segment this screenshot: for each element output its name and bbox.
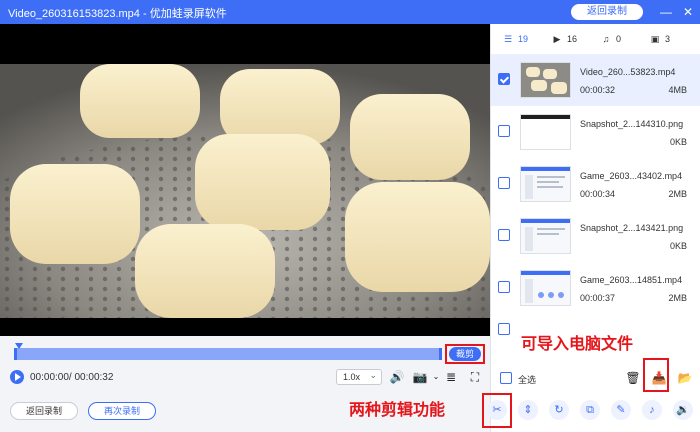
tab-audio-count: 0 bbox=[616, 34, 622, 44]
file-duration: 00:00:37 bbox=[580, 293, 616, 303]
file-list: Video_260...53823.mp4 00:00:32 4MB Snaps… bbox=[491, 54, 700, 344]
video-frame bbox=[0, 64, 490, 318]
music-icon: ♫ bbox=[602, 34, 610, 44]
play-icon[interactable] bbox=[10, 370, 24, 384]
file-size: 4MB bbox=[668, 85, 687, 95]
trash-icon[interactable]: 🗑 bbox=[625, 370, 641, 386]
list-item[interactable]: Video_260...53823.mp4 00:00:32 4MB bbox=[491, 54, 700, 106]
file-size: 2MB bbox=[668, 293, 687, 303]
thumbnail bbox=[520, 62, 571, 98]
back-to-record-button[interactable]: 返回录制 bbox=[10, 402, 78, 420]
tab-video-count: 16 bbox=[567, 34, 578, 44]
edit-icon[interactable]: ✎ bbox=[611, 400, 631, 420]
list-item[interactable]: Game_2603...43402.mp4 00:00:34 2MB bbox=[491, 158, 700, 210]
scissors-icon[interactable]: ✂ bbox=[487, 400, 507, 420]
split-icon[interactable]: ⇕ bbox=[518, 400, 538, 420]
volume-icon[interactable]: 🔊 bbox=[389, 369, 405, 385]
app-window: Video_260316153823.mp4 - 优加蛙录屏软件 返回录制 — … bbox=[0, 0, 700, 432]
tab-video[interactable]: ▶ 16 bbox=[550, 31, 577, 47]
list-item[interactable]: Game_2603...14851.mp4 00:00:37 2MB bbox=[491, 262, 700, 314]
thumbnail bbox=[520, 166, 571, 202]
select-all-label: 全选 bbox=[518, 375, 537, 385]
import-highlight-box bbox=[643, 358, 669, 392]
file-size: 2MB bbox=[668, 189, 687, 199]
thumbnail bbox=[520, 114, 571, 150]
file-name: Snapshot_2...144310.png bbox=[580, 119, 684, 129]
playback-time: 00:00:00/ 00:00:32 bbox=[30, 372, 114, 383]
thumbnail bbox=[520, 270, 571, 306]
thumbnail bbox=[520, 218, 571, 254]
video-player[interactable] bbox=[0, 24, 490, 336]
list-item[interactable]: Snapshot_2...143421.png 0KB bbox=[491, 210, 700, 262]
tab-all-count: 19 bbox=[518, 34, 529, 44]
file-duration: 00:00:34 bbox=[580, 189, 616, 199]
fullscreen-icon[interactable]: ⛶ bbox=[467, 369, 483, 385]
return-to-record-button[interactable]: 返回录制 bbox=[571, 4, 643, 20]
file-name: Game_2603...43402.mp4 bbox=[580, 171, 683, 181]
tab-image-count: 3 bbox=[665, 34, 671, 44]
file-name: Video_260...53823.mp4 bbox=[580, 67, 676, 77]
video-icon: ▶ bbox=[553, 34, 561, 44]
file-name: Snapshot_2...143421.png bbox=[580, 223, 684, 233]
item-checkbox[interactable] bbox=[498, 125, 510, 137]
import-annotation: 可导入电脑文件 bbox=[521, 336, 634, 353]
folder-icon[interactable]: 📂 bbox=[677, 370, 693, 386]
volume-up-icon[interactable]: 🔉 bbox=[673, 400, 693, 420]
video-image bbox=[0, 64, 490, 318]
item-checkbox[interactable] bbox=[498, 323, 510, 335]
title-bar: Video_260316153823.mp4 - 优加蛙录屏软件 返回录制 — … bbox=[0, 0, 700, 24]
item-checkbox[interactable] bbox=[498, 229, 510, 241]
tab-all[interactable]: ☰ 19 bbox=[501, 31, 528, 47]
audio-extract-icon[interactable]: ♪ bbox=[642, 400, 662, 420]
list-item[interactable]: Snapshot_2...144310.png 0KB bbox=[491, 106, 700, 158]
minimize-icon[interactable]: — bbox=[658, 4, 674, 20]
tab-audio[interactable]: ♫ 0 bbox=[599, 31, 621, 47]
speed-select[interactable]: 1.0x bbox=[336, 368, 382, 385]
cut-highlight-box bbox=[445, 344, 485, 364]
playhead-marker[interactable] bbox=[15, 343, 23, 349]
file-size: 0KB bbox=[669, 241, 687, 251]
record-again-button[interactable]: 再次录制 bbox=[88, 402, 156, 420]
edit-annotation: 两种剪辑功能 bbox=[349, 402, 446, 419]
speed-value: 1.0x bbox=[343, 372, 361, 382]
image-icon: ▣ bbox=[650, 34, 660, 44]
rotate-icon[interactable]: ↻ bbox=[549, 400, 569, 420]
chevron-down-icon[interactable]: ⌄ bbox=[428, 369, 444, 385]
file-size: 0KB bbox=[669, 137, 687, 147]
item-checkbox[interactable] bbox=[498, 281, 510, 293]
align-icon[interactable]: ≣ bbox=[443, 369, 459, 385]
timeline-track[interactable] bbox=[14, 348, 442, 360]
list-icon: ☰ bbox=[503, 34, 513, 44]
window-title: Video_260316153823.mp4 - 优加蛙录屏软件 bbox=[8, 8, 227, 20]
item-checkbox[interactable] bbox=[498, 73, 510, 85]
file-name: Game_2603...14851.mp4 bbox=[580, 275, 683, 285]
camera-icon[interactable]: 📷 bbox=[412, 369, 428, 385]
file-duration: 00:00:32 bbox=[580, 85, 616, 95]
close-icon[interactable]: ✕ bbox=[680, 4, 696, 20]
merge-icon[interactable]: ⧉ bbox=[580, 400, 600, 420]
tab-image[interactable]: ▣ 3 bbox=[648, 31, 670, 47]
select-all-checkbox[interactable] bbox=[500, 372, 512, 384]
item-checkbox[interactable] bbox=[498, 177, 510, 189]
media-tabs: ☰ 19 ▶ 16 ♫ 0 ▣ 3 bbox=[491, 24, 700, 54]
